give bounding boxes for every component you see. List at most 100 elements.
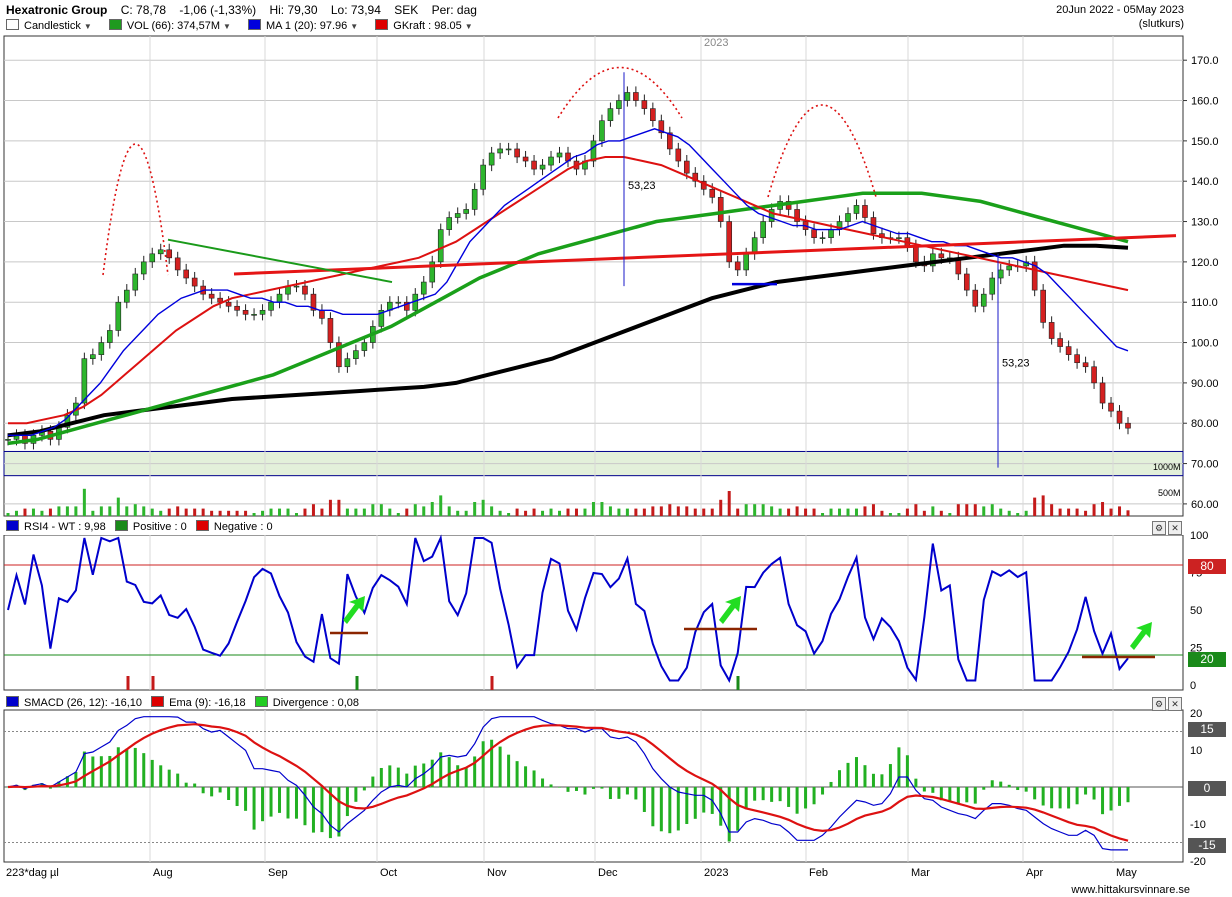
volume-bar [201, 508, 205, 516]
divergence-bar [99, 756, 103, 788]
volume-bar [753, 504, 757, 516]
volume-bar [490, 506, 494, 516]
volume-bar [133, 504, 137, 516]
volume-bar [396, 513, 400, 516]
price-panel-frame [3, 35, 1184, 517]
volume-bar [286, 508, 290, 516]
month-label: Aug [153, 867, 173, 879]
volume-bar [320, 508, 324, 516]
volume-bar [65, 506, 69, 516]
stock-chart: 60.00 70.00 80.00 90.00 100.0 110.0 120.0 130.0… [0, 35, 1232, 868]
divergence-bar [608, 787, 612, 800]
volume-bar [413, 504, 417, 516]
divergence-bar [1101, 787, 1105, 815]
divergence-bar [541, 778, 545, 788]
macd-settings-icon[interactable]: ⚙ [1152, 697, 1166, 711]
divergence-bar [905, 755, 909, 788]
volume-bar [184, 508, 188, 516]
candle-body [599, 120, 605, 142]
signal-bar [355, 676, 359, 690]
divergence-bar [1033, 787, 1037, 800]
volume-bar [91, 510, 95, 516]
candle-body [471, 188, 478, 210]
candle-body [675, 148, 682, 162]
macd-close-icon[interactable]: ✕ [1168, 697, 1182, 711]
volume-bar [473, 502, 477, 516]
divergence-bar [464, 767, 468, 788]
volume-bar [787, 508, 791, 516]
volume-bar [507, 513, 511, 516]
volume-bar [574, 508, 578, 516]
volume-bar [74, 506, 78, 516]
divergence-bar [761, 787, 765, 801]
divergence-bar [218, 787, 222, 793]
price-tick-label: 110.0 [1191, 297, 1218, 309]
divergence-bar [1024, 787, 1028, 792]
divergence-bar [1050, 787, 1054, 809]
divergence-bar [371, 776, 375, 788]
divergence-bar [591, 787, 595, 789]
macd-level-0: 0 [1188, 781, 1226, 796]
divergence-bar [838, 770, 842, 788]
candle-body [853, 205, 860, 214]
divergence-bar [812, 787, 816, 805]
price-tick-label: 120.0 [1191, 257, 1219, 269]
candle-body [1074, 354, 1080, 364]
volume-bar [965, 504, 969, 516]
volume-bar [57, 506, 61, 516]
volume-bar [294, 513, 298, 516]
volume-bar [278, 508, 282, 516]
divergence-bar [719, 787, 723, 826]
volume-bar [362, 508, 366, 516]
macd-tick-label: -20 [1190, 856, 1206, 868]
candle-body [734, 261, 741, 271]
volume-bar [990, 504, 994, 516]
rsi-settings-icon[interactable]: ⚙ [1152, 521, 1166, 535]
volume-bar [1041, 495, 1045, 516]
candle-body [242, 309, 249, 315]
rsi-panel-frame [3, 534, 1184, 691]
divergence-bar [413, 765, 417, 788]
candle-body [760, 221, 766, 238]
positive-legend-label: Positive : 0 [132, 521, 187, 533]
volume-bar [405, 508, 409, 516]
volume-bar [524, 510, 528, 516]
volume-bar [193, 508, 197, 516]
rsi-tick-label: 50 [1190, 605, 1202, 617]
month-label: Sep [268, 867, 288, 879]
volume-bar [337, 499, 341, 516]
divergence-bar [931, 787, 935, 793]
divergence-bar [634, 787, 638, 800]
divergence-bar [142, 753, 146, 788]
candle-body [115, 301, 122, 331]
volume-bar [1118, 506, 1122, 516]
divergence-bar [770, 787, 774, 802]
candle-body [963, 273, 970, 291]
candle-body [81, 358, 88, 404]
divergence-bar [1016, 787, 1020, 791]
divergence-bar [379, 767, 383, 788]
candle-body [1006, 265, 1013, 271]
measure-label: 53,23 [628, 180, 656, 192]
rsi-close-icon[interactable]: ✕ [1168, 521, 1182, 535]
volume-bar [31, 508, 35, 516]
divergence-bar [897, 747, 901, 788]
volume-bar [1101, 502, 1105, 516]
volume-bar [863, 506, 867, 516]
divergence-bar [278, 787, 282, 813]
divergence-bar [176, 773, 180, 788]
volume-bar [846, 508, 850, 516]
volume-bar [1024, 510, 1028, 516]
volume-bar [770, 506, 774, 516]
candle-body [514, 148, 520, 158]
volume-bar [897, 513, 901, 516]
footer-url[interactable]: www.hittakursvinnare.se [1071, 884, 1190, 896]
volume-bar [625, 508, 629, 516]
x-axis-first-label: 223*dag µl [6, 867, 59, 879]
divergence-bar [1126, 787, 1130, 803]
candle-body [819, 237, 826, 239]
candle-body [633, 92, 639, 101]
divergence-bar [498, 746, 502, 788]
divergence-bar [303, 787, 307, 826]
divergence-bar [235, 787, 239, 807]
